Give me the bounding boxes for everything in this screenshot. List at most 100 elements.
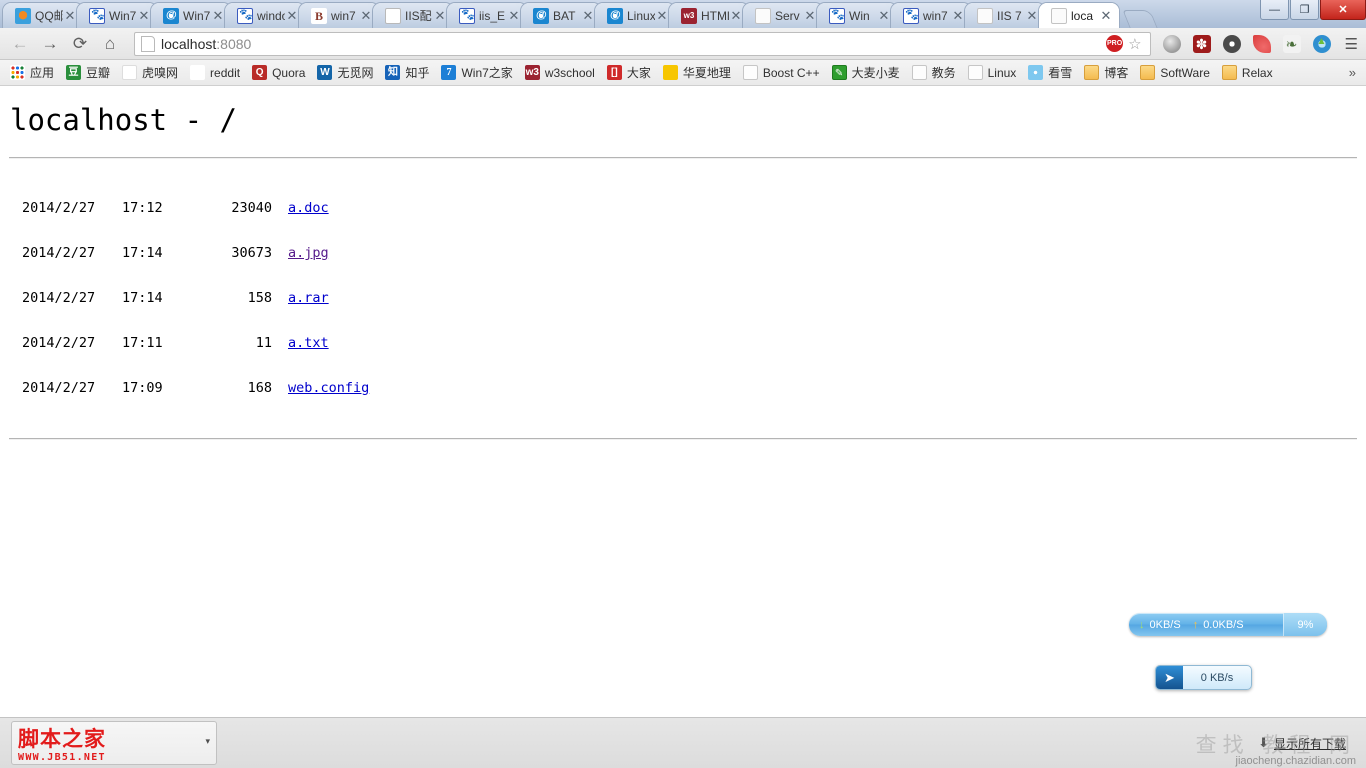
file-row: 2014/2/27 17:12 23040 a.doc: [22, 201, 1358, 216]
file-link[interactable]: a.jpg: [288, 245, 329, 261]
bookmark-folder[interactable]: Relax: [1216, 63, 1279, 82]
browser-tab[interactable]: Win7 ✕: [76, 2, 158, 28]
browser-tab-active[interactable]: loca ✕: [1038, 2, 1120, 28]
browser-tab[interactable]: iis_E ✕: [446, 2, 528, 28]
bookmark-item[interactable]: w3 w3school: [519, 63, 601, 82]
bookmark-star-icon[interactable]: ☆: [1128, 35, 1141, 53]
adblock-pro-icon[interactable]: PRO: [1106, 35, 1124, 52]
browser-tab[interactable]: IIS 7 ✕: [964, 2, 1046, 28]
tab-close-icon[interactable]: ✕: [655, 9, 669, 23]
browser-tab[interactable]: B win7 ✕: [298, 2, 380, 28]
tab-close-icon[interactable]: ✕: [433, 9, 447, 23]
bookmark-folder[interactable]: 博客: [1078, 62, 1134, 83]
tab-close-icon[interactable]: ✕: [877, 9, 891, 23]
tab-close-icon[interactable]: ✕: [1025, 9, 1039, 23]
close-button[interactable]: ✕: [1320, 0, 1366, 20]
quora-icon: Q: [252, 65, 268, 80]
bookmark-item[interactable]: 教务: [906, 62, 962, 83]
browser-tab[interactable]: Win7 ✕: [150, 2, 232, 28]
horizontal-rule-top: [9, 157, 1357, 159]
bookmark-item[interactable]: 看雪: [1022, 62, 1078, 83]
minimize-button[interactable]: —: [1260, 0, 1289, 20]
pen-icon[interactable]: ❧: [1282, 34, 1301, 53]
bookmark-item[interactable]: W 无觅网: [311, 62, 379, 83]
cpu-usage: 9%: [1283, 613, 1327, 636]
tab-close-icon[interactable]: ✕: [285, 9, 299, 23]
show-all-downloads-label[interactable]: 显示所有下载: [1274, 735, 1346, 752]
maximize-button[interactable]: ❐: [1290, 0, 1319, 20]
file-link[interactable]: a.txt: [288, 335, 329, 351]
tab-close-icon[interactable]: ✕: [1099, 9, 1113, 23]
bookmark-folder[interactable]: SoftWare: [1134, 63, 1216, 82]
forward-icon[interactable]: →: [36, 31, 64, 57]
bookmark-item[interactable]: ✎ 大麦小麦: [826, 62, 906, 83]
tab-title: Linux: [627, 8, 655, 23]
bookmark-item[interactable]: Q Quora: [246, 63, 311, 82]
file-row: 2014/2/27 17:11 11 a.txt: [22, 336, 1358, 351]
file-link[interactable]: web.config: [288, 380, 369, 396]
tab-close-icon[interactable]: ✕: [507, 9, 521, 23]
browser-tab[interactable]: windo ✕: [224, 2, 306, 28]
reload-icon[interactable]: ⟳: [66, 31, 94, 57]
file-time: 17:12: [122, 200, 163, 216]
bookmark-item[interactable]: ☺ reddit: [184, 63, 246, 82]
bookmark-item[interactable]: 华夏地理: [657, 62, 737, 83]
new-tab-button[interactable]: [1122, 10, 1158, 28]
thunder-download-widget[interactable]: ➤ 0 KB/s: [1155, 665, 1252, 690]
bookmark-item[interactable]: Linux: [962, 63, 1023, 82]
green-mountain-icon[interactable]: [1312, 34, 1331, 53]
file-link[interactable]: a.rar: [288, 290, 329, 306]
show-all-downloads[interactable]: ⬇ 显示所有下载 查找 教程 网 jiaocheng.chazidian.com: [1196, 733, 1358, 767]
baidu-icon: [459, 7, 475, 24]
bookmark-item[interactable]: 7 Win7之家: [435, 62, 518, 83]
red-drop-icon[interactable]: [1252, 34, 1271, 53]
address-bar[interactable]: localhost:8080 PRO ☆: [134, 31, 1151, 56]
browser-tab[interactable]: Serv ✕: [742, 2, 824, 28]
bookmark-item[interactable]: 豆 豆瓣: [60, 62, 116, 83]
tab-close-icon[interactable]: ✕: [951, 9, 965, 23]
tab-close-icon[interactable]: ✕: [63, 9, 77, 23]
tab-close-icon[interactable]: ✕: [729, 9, 743, 23]
url-host: localhost: [161, 35, 217, 52]
bookmark-label: Boost C++: [762, 65, 820, 80]
file-time: 17:11: [122, 335, 163, 351]
file-date: 2014/2/27: [22, 245, 96, 261]
bookmark-item[interactable]: Boost C++: [737, 63, 826, 82]
page-icon: [967, 65, 983, 80]
globe-icon[interactable]: [1162, 34, 1181, 53]
browser-tab[interactable]: IIS配 ✕: [372, 2, 454, 28]
bookmark-item[interactable]: [] 大家: [601, 62, 657, 83]
reddit-icon: ☺: [190, 65, 206, 80]
bookmark-apps[interactable]: 应用: [4, 62, 60, 83]
tab-close-icon[interactable]: ✕: [803, 9, 817, 23]
omnibox-actions: PRO ☆: [1106, 35, 1145, 53]
bookmarks-overflow-icon[interactable]: »: [1349, 65, 1362, 80]
browser-tab[interactable]: Win ✕: [816, 2, 898, 28]
chevron-down-icon[interactable]: ▾: [205, 736, 210, 747]
download-item[interactable]: 脚本之家 WWW.JB51.NET ▾: [11, 721, 217, 765]
file-size: 23040: [231, 200, 272, 216]
download-arrow-icon: ↓: [1139, 618, 1145, 631]
bookmark-label: w3school: [544, 65, 595, 80]
asterisk-icon[interactable]: ✽: [1192, 34, 1211, 53]
bookmark-item[interactable]: 知 知乎: [379, 62, 435, 83]
tab-close-icon[interactable]: ✕: [211, 9, 225, 23]
browser-tab[interactable]: QQ邮 ✕: [2, 2, 84, 28]
file-link[interactable]: a.doc: [288, 200, 329, 216]
browser-tab[interactable]: Linux ✕: [594, 2, 676, 28]
chrome-menu-icon[interactable]: ☰: [1345, 35, 1358, 53]
browser-tab[interactable]: w3 HTMl ✕: [668, 2, 750, 28]
tab-close-icon[interactable]: ✕: [359, 9, 373, 23]
browser-tab[interactable]: win7 ✕: [890, 2, 972, 28]
qq-icon: [15, 7, 31, 24]
back-icon[interactable]: ←: [6, 31, 34, 57]
home-icon[interactable]: ⌂: [96, 31, 124, 57]
tab-close-icon[interactable]: ✕: [137, 9, 151, 23]
bookmark-item[interactable]: 虎 虎嗅网: [116, 62, 184, 83]
file-date: 2014/2/27: [22, 290, 96, 306]
steering-wheel-icon[interactable]: [1222, 34, 1241, 53]
tab-close-icon[interactable]: ✕: [581, 9, 595, 23]
browser-tab[interactable]: BAT ✕: [520, 2, 602, 28]
tab-title: BAT: [553, 8, 576, 23]
network-monitor-widget[interactable]: ↓ 0KB/S ↑ 0.0KB/S 9%: [1129, 613, 1327, 636]
